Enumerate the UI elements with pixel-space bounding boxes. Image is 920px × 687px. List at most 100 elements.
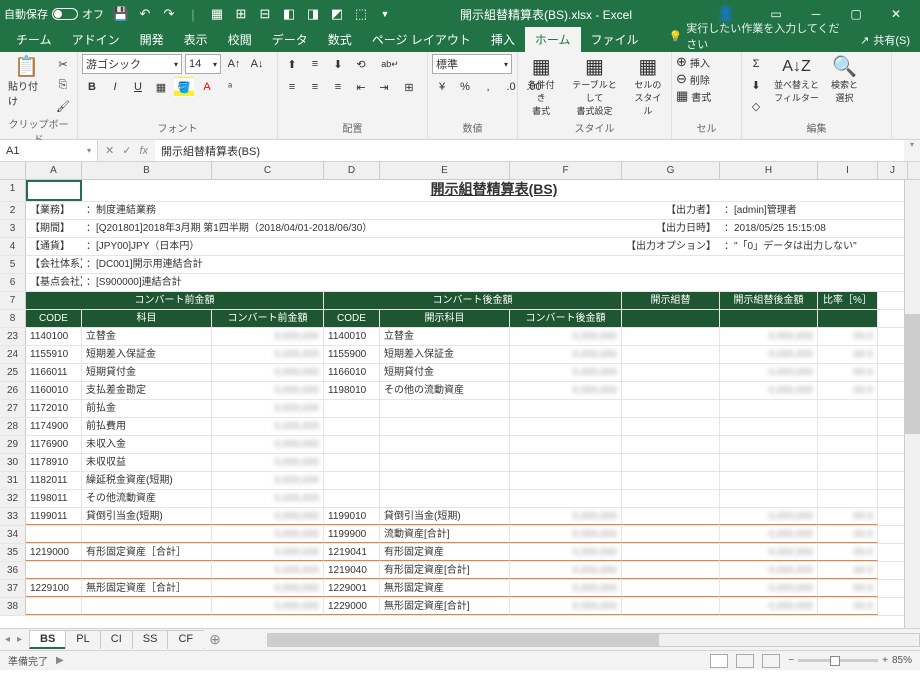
cell-A1[interactable] [26,180,82,201]
cell[interactable]: 1166011 [26,364,82,381]
share-button[interactable]: ↗共有(S) [850,28,920,52]
cell[interactable]: 1166010 [324,364,380,381]
row-head[interactable]: 33 [0,508,26,525]
page-layout-view-icon[interactable] [736,654,754,668]
col-head-H[interactable]: H [720,162,818,179]
header-cell[interactable]: 比率［%］ [818,292,878,309]
cell[interactable] [324,418,380,435]
fill-icon[interactable]: ⬇ [746,75,766,95]
comma-icon[interactable]: , [478,77,498,97]
close-icon[interactable]: ✕ [876,0,916,28]
cell[interactable]: 1182011 [26,472,82,489]
header-cell[interactable]: 科目 [82,310,212,327]
cell[interactable] [622,526,720,543]
row-head[interactable]: 31 [0,472,26,489]
sort-filter-button[interactable]: A↓Z並べ替えと フィルター [770,54,823,106]
phonetic-button[interactable]: ᵃ [220,77,240,97]
cell[interactable] [324,490,380,507]
font-color-button[interactable]: A [197,77,217,97]
italic-button[interactable]: I [105,77,125,97]
tellme-input[interactable]: 実行したい作業を入力してください [686,20,850,52]
cell[interactable] [510,454,622,471]
row-head[interactable]: 3 [0,220,26,237]
header-cell[interactable]: 開示組替後金額 [720,292,818,309]
tab-データ[interactable]: データ [262,27,318,52]
cell[interactable]: 1140100 [26,328,82,345]
border-button[interactable]: ▦ [151,77,171,97]
cell[interactable] [818,472,878,489]
cell[interactable] [720,490,818,507]
tab-数式[interactable]: 数式 [318,27,362,52]
cell[interactable]: 00.0 [818,526,878,543]
undo-icon[interactable]: ↶ [134,3,156,25]
header-cell[interactable] [818,310,878,327]
cell[interactable] [818,418,878,435]
row-head[interactable]: 37 [0,580,26,597]
row-head[interactable]: 2 [0,202,26,219]
cell[interactable]: 前払費用 [82,418,212,435]
cell[interactable] [622,454,720,471]
percent-icon[interactable]: % [455,77,475,97]
align-bottom-icon[interactable]: ⬇ [328,54,348,74]
cell[interactable]: 立替金 [82,328,212,345]
cell[interactable]: 無形固定資産 [380,580,510,597]
cell[interactable] [82,526,212,543]
cell[interactable]: ：制度連結業務 [82,202,622,219]
fx-icon[interactable]: fx [136,145,151,157]
horizontal-scrollbar[interactable] [267,633,920,647]
cell[interactable] [720,436,818,453]
cell[interactable] [622,364,720,381]
cell[interactable]: 【出力日時】 [622,220,720,237]
cell[interactable]: ：2018/05/25 15:15:08 [720,220,908,237]
qat-btn[interactable]: ⊟ [254,3,276,25]
cell[interactable]: 0,000,000 [510,508,622,525]
expand-formula-icon[interactable]: ▾ [904,140,920,161]
cell[interactable]: 0,000,000 [720,562,818,579]
row-head[interactable]: 5 [0,256,26,273]
indent-dec-icon[interactable]: ⇤ [351,77,371,97]
orientation-icon[interactable]: ⟲ [351,54,371,74]
cell[interactable]: 有形固定資産［合計］ [82,544,212,561]
cell[interactable] [324,472,380,489]
cell[interactable]: ：[S900000]連結合計 [82,274,622,291]
cell[interactable] [622,328,720,345]
cell[interactable]: 1229001 [324,580,380,597]
cell[interactable]: 1140010 [324,328,380,345]
merge-button[interactable]: ⊞ [397,77,421,97]
format-as-table-button[interactable]: ▦テーブルとして 書式設定 [564,54,624,119]
cell[interactable]: 0,000,000 [212,508,324,525]
zoom-level[interactable]: 85% [892,655,912,666]
qat-btn[interactable]: ⊞ [230,3,252,25]
cell[interactable] [720,418,818,435]
cell[interactable] [324,400,380,417]
qat-btn[interactable]: ⬚ [350,3,372,25]
cell[interactable]: 1174900 [26,418,82,435]
cell[interactable]: 0,000,000 [212,580,324,597]
wrap-text-button[interactable]: ab↵ [374,54,406,74]
row-head[interactable]: 7 [0,292,26,309]
cell[interactable]: 【出力オプション】 [622,238,720,255]
cell[interactable]: 0,000,000 [720,598,818,615]
cell[interactable]: 0,000,000 [212,418,324,435]
cell[interactable] [622,562,720,579]
cell[interactable] [380,400,510,417]
qat-btn[interactable]: ▼ [374,3,396,25]
align-center-icon[interactable]: ≡ [305,77,325,97]
enter-formula-icon[interactable]: ✓ [119,144,134,157]
cell[interactable] [26,562,82,579]
cell[interactable]: 繰延税金資産(短期) [82,472,212,489]
cell[interactable] [622,436,720,453]
cell[interactable]: 1160010 [26,382,82,399]
col-head-I[interactable]: I [818,162,878,179]
col-head-D[interactable]: D [324,162,380,179]
cell[interactable]: その他流動資産 [82,490,212,507]
qat-btn[interactable]: ◨ [302,3,324,25]
cell[interactable] [324,454,380,471]
col-head-B[interactable]: B [82,162,212,179]
sheet-tab-BS[interactable]: BS [29,630,66,649]
cell[interactable]: 0,000,000 [510,382,622,399]
sheet-nav-first-icon[interactable]: ◂ [2,634,13,645]
cell[interactable]: 00.0 [818,346,878,363]
clear-icon[interactable]: ◇ [746,96,766,116]
cell[interactable] [622,346,720,363]
